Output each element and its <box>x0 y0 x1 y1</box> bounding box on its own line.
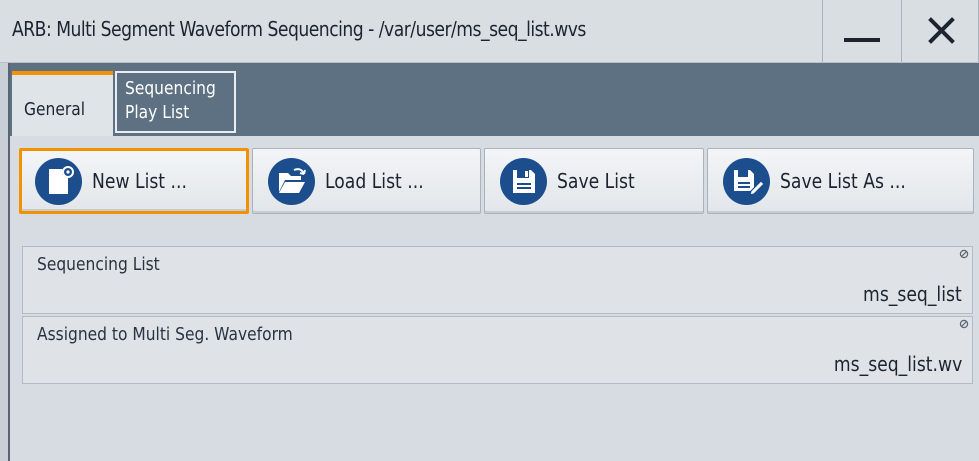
tab-sequencing-play-list-label: Sequencing Play List <box>125 78 216 123</box>
tab-bar: General Sequencing Play List <box>10 63 979 136</box>
load-list-label: Load List ... <box>325 169 424 193</box>
open-folder-icon <box>268 158 315 205</box>
read-only-icon <box>959 249 969 259</box>
tab-sequencing-play-list[interactable]: Sequencing Play List <box>115 71 236 133</box>
new-file-icon <box>35 158 82 205</box>
new-list-button[interactable]: New List ... <box>19 148 249 214</box>
save-as-icon <box>723 158 770 205</box>
sequencing-list-label: Sequencing List <box>37 254 160 275</box>
assigned-waveform-value: ms_seq_list.wv <box>833 352 962 376</box>
save-list-label: Save List <box>557 169 635 193</box>
read-only-icon <box>959 319 969 329</box>
save-icon <box>500 158 547 205</box>
tab-general[interactable]: General <box>12 71 113 136</box>
window-left-edge <box>0 63 10 461</box>
save-list-as-label: Save List As ... <box>780 169 906 193</box>
save-list-as-button[interactable]: Save List As ... <box>707 148 974 214</box>
title-bar: ARB: Multi Segment Waveform Sequencing -… <box>0 0 979 63</box>
assigned-waveform-label: Assigned to Multi Seg. Waveform <box>37 324 293 345</box>
tab-general-label: General <box>24 99 86 120</box>
dialog-window: ARB: Multi Segment Waveform Sequencing -… <box>0 0 979 461</box>
sequencing-list-value: ms_seq_list <box>863 282 962 306</box>
assigned-waveform-field: Assigned to Multi Seg. Waveform ms_seq_l… <box>22 316 973 384</box>
minimize-button[interactable] <box>822 0 900 62</box>
close-icon <box>928 17 955 44</box>
save-list-button[interactable]: Save List <box>484 148 704 214</box>
general-panel: New List ... Load List ... Save List Sav… <box>12 136 979 461</box>
close-button[interactable] <box>901 0 979 62</box>
window-title: ARB: Multi Segment Waveform Sequencing -… <box>12 17 586 41</box>
new-list-label: New List ... <box>92 169 187 193</box>
sequencing-list-field: Sequencing List ms_seq_list <box>22 246 973 314</box>
minimize-icon <box>844 38 880 42</box>
load-list-button[interactable]: Load List ... <box>252 148 481 214</box>
